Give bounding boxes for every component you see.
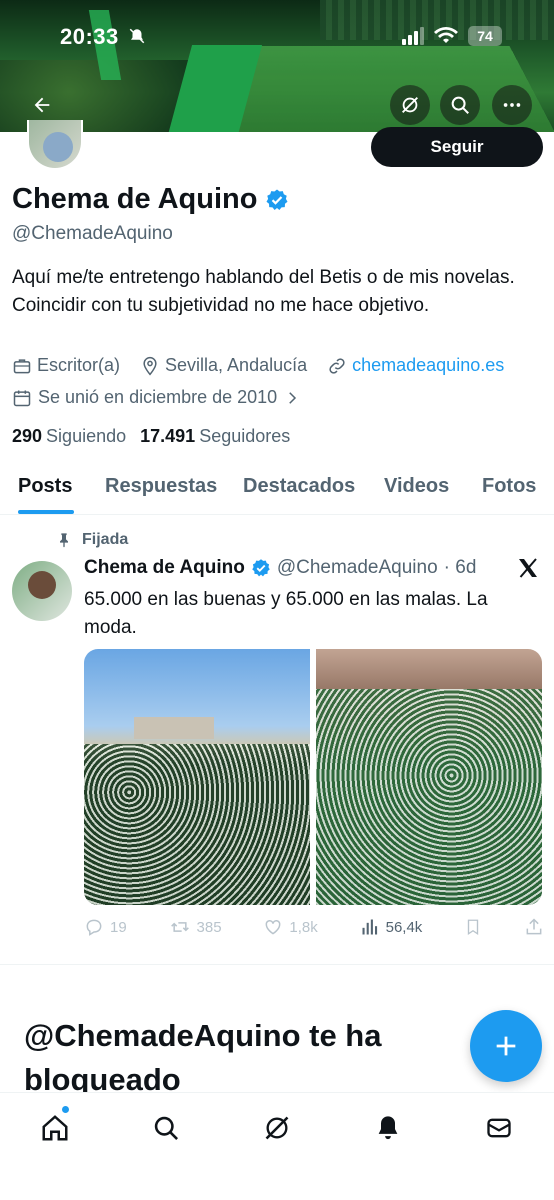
tab-videos[interactable]: Videos — [384, 475, 449, 498]
image-crowd — [84, 744, 310, 905]
post-author-name[interactable]: Chema de Aquino — [84, 557, 245, 579]
views-count: 56,4k — [385, 918, 423, 936]
calendar-icon — [13, 390, 31, 406]
pinned-label: Fijada — [82, 531, 129, 548]
post-actions: 19 385 1,8k 56,4k — [84, 917, 544, 937]
post-image-street-crowd[interactable] — [316, 649, 542, 905]
compose-button[interactable] — [470, 1010, 542, 1082]
bell-off-icon — [128, 27, 146, 50]
tab-posts[interactable]: Posts — [18, 475, 72, 498]
bottom-nav — [0, 1092, 554, 1200]
occupation: Escritor(a) — [12, 355, 120, 376]
post-author-avatar[interactable] — [12, 561, 72, 621]
home-icon — [42, 1115, 68, 1141]
post-author-handle: @ChemadeAquino — [276, 557, 438, 578]
mail-icon — [487, 1118, 511, 1138]
active-tab-indicator — [18, 510, 74, 514]
pin-icon — [60, 533, 68, 548]
grok-button[interactable] — [390, 85, 430, 125]
x-logo-icon — [516, 556, 540, 587]
search-icon — [154, 1116, 178, 1140]
following-link[interactable]: 290 Siguiendo — [12, 426, 126, 447]
nav-grok[interactable] — [260, 1111, 294, 1145]
back-button[interactable] — [22, 85, 62, 125]
profile-tabs: Posts Respuestas Destacados Videos Fotos — [0, 465, 554, 515]
post-text: 65.000 en las buenas y 65.000 en las mal… — [84, 589, 488, 638]
display-name: Chema de Aquino — [12, 183, 258, 215]
plus-icon — [496, 1036, 516, 1056]
profile-meta: Escritor(a) Sevilla, Andalucía chemadeaq… — [12, 355, 518, 376]
verified-badge-icon — [252, 559, 270, 577]
occupation-label: Escritor(a) — [37, 355, 121, 375]
following-count: 290 — [12, 426, 43, 446]
battery-icon: 74 — [468, 26, 502, 46]
status-time: 20:33 — [60, 24, 119, 49]
tab-replies[interactable]: Respuestas — [105, 475, 217, 498]
post-image-stadium-crowd[interactable] — [84, 649, 310, 905]
bookmark-icon — [467, 919, 479, 936]
website[interactable]: chemadeaquino.es — [327, 355, 504, 376]
image-crowd — [316, 689, 542, 905]
post-media[interactable] — [84, 649, 542, 905]
name-row: Chema de Aquino — [12, 183, 289, 216]
post-divider — [0, 964, 554, 965]
link-icon — [329, 357, 345, 374]
nav-home[interactable] — [38, 1111, 72, 1145]
reply-count: 19 — [110, 918, 127, 936]
repost-count: 385 — [196, 918, 222, 936]
more-button[interactable] — [492, 85, 532, 125]
profile-avatar[interactable] — [27, 120, 83, 170]
reply-icon — [86, 919, 102, 936]
repost-button[interactable]: 385 — [169, 917, 222, 937]
bell-icon — [378, 1116, 398, 1140]
home-notification-dot — [62, 1106, 69, 1113]
bookmark-button[interactable] — [464, 917, 482, 937]
post-header: Chema de Aquino @ChemadeAquino · 6d — [84, 557, 476, 579]
arrow-left-icon — [34, 97, 50, 113]
wifi-icon — [434, 27, 458, 43]
post-time: · 6d — [443, 557, 477, 578]
following-label: Siguiendo — [46, 426, 127, 446]
profile-handle: @ChemadeAquino — [12, 223, 173, 244]
search-icon — [451, 96, 469, 114]
heart-icon — [265, 919, 281, 935]
reply-button[interactable]: 19 — [84, 917, 127, 937]
grok-icon — [402, 97, 418, 113]
location: Sevilla, Andalucía — [140, 355, 307, 376]
follow-button[interactable]: Seguir — [371, 127, 543, 167]
search-button[interactable] — [440, 85, 480, 125]
status-icons: 74 — [402, 26, 502, 46]
followers-label: Seguidores — [199, 426, 291, 446]
repost-icon — [170, 922, 189, 932]
nav-notifications[interactable] — [371, 1111, 405, 1145]
followers-count: 17.491 — [140, 426, 196, 446]
location-pin-icon — [143, 356, 157, 375]
share-button[interactable] — [524, 917, 544, 937]
verified-badge-icon[interactable] — [265, 188, 289, 212]
profile-bio: Aquí me/te entretengo hablando del Betis… — [12, 267, 515, 316]
tab-highlights[interactable]: Destacados — [243, 475, 355, 498]
chevron-right-icon — [289, 391, 297, 404]
website-link[interactable]: chemadeaquino.es — [352, 355, 504, 376]
image-building — [134, 717, 214, 739]
followers-link[interactable]: 17.491 Seguidores — [140, 426, 290, 447]
location-label: Sevilla, Andalucía — [165, 355, 308, 375]
pinned-indicator: Fijada — [56, 531, 128, 549]
tab-photos[interactable]: Fotos — [482, 475, 536, 498]
like-button[interactable]: 1,8k — [263, 917, 318, 937]
joined-label: Se unió en diciembre de 2010 — [38, 387, 278, 407]
more-icon — [503, 103, 521, 107]
views-chart-icon — [362, 919, 377, 935]
grok-icon — [265, 1116, 289, 1140]
joined-row[interactable]: Se unió en diciembre de 2010 — [12, 387, 301, 408]
nav-search[interactable] — [149, 1111, 183, 1145]
views-button[interactable]: 56,4k — [360, 917, 423, 937]
nav-messages[interactable] — [482, 1111, 516, 1145]
blocked-message: @ChemadeAquino te ha bloqueado — [24, 1018, 382, 1097]
follow-stats: 290 Siguiendo 17.491 Seguidores — [12, 426, 290, 447]
briefcase-icon — [13, 358, 31, 373]
share-icon — [526, 918, 542, 935]
signal-icon — [402, 27, 424, 45]
like-count: 1,8k — [289, 918, 318, 936]
